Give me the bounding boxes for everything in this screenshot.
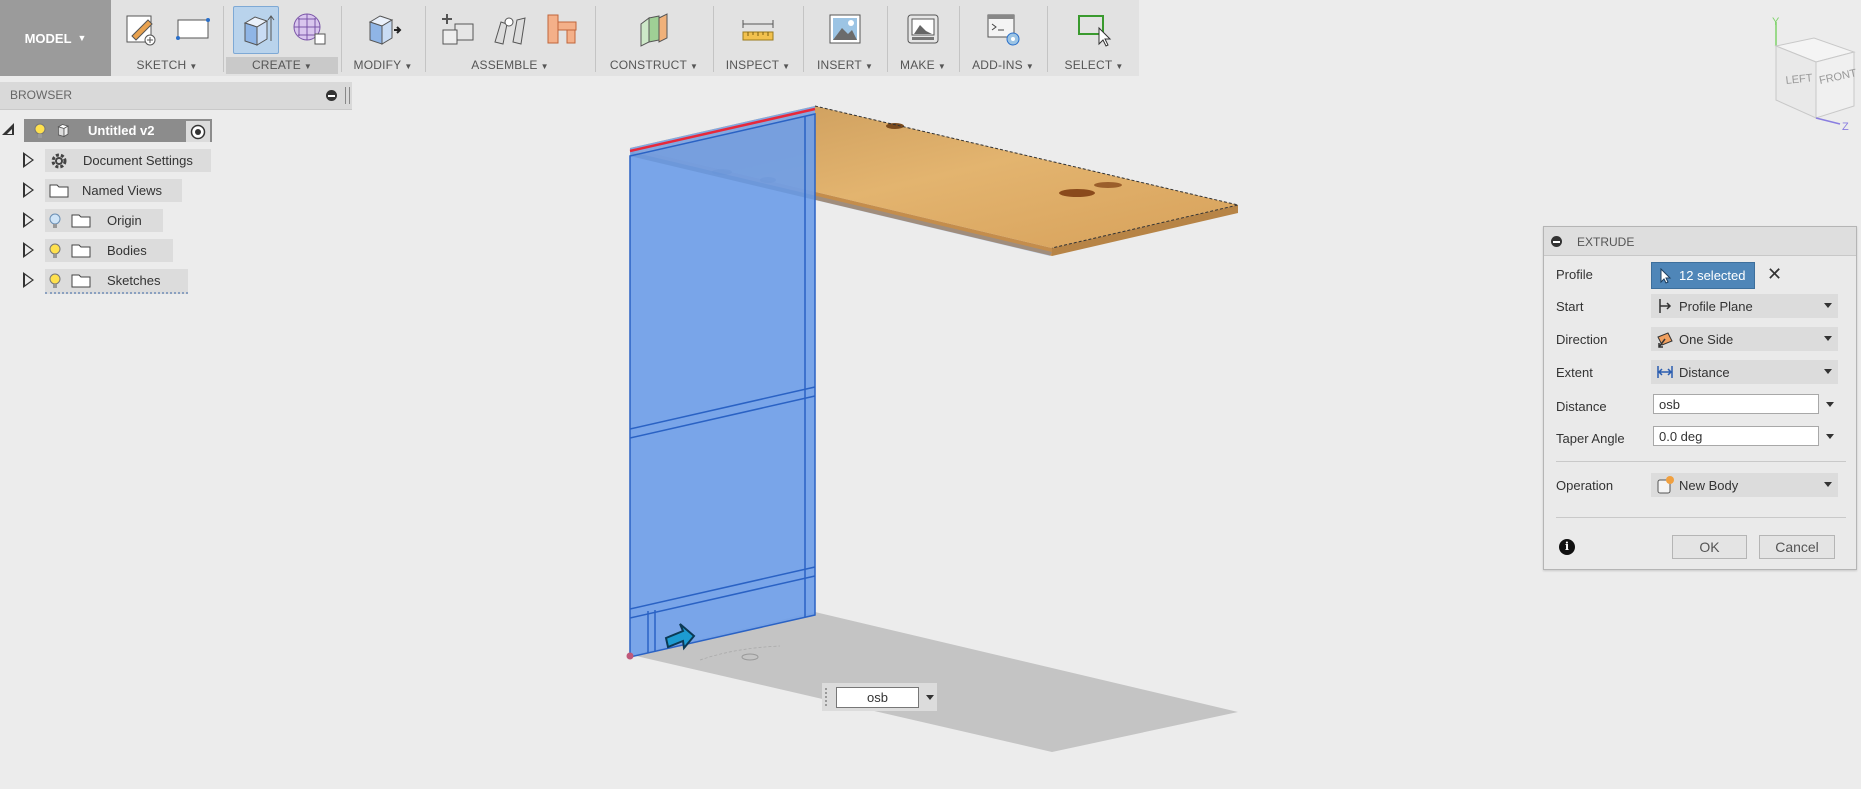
visibility-bulb-icon[interactable] bbox=[49, 213, 61, 229]
modify-group[interactable]: MODIFY ▼ bbox=[344, 0, 422, 76]
tree-item-bodies[interactable]: Bodies bbox=[45, 239, 173, 262]
tree-root-toggle-inner bbox=[7, 129, 12, 134]
folder-icon bbox=[71, 274, 91, 288]
distance-input[interactable]: osb bbox=[1653, 394, 1819, 414]
folder-icon bbox=[71, 214, 91, 228]
taper-angle-input[interactable]: 0.0 deg bbox=[1653, 426, 1819, 446]
clear-selection-icon[interactable]: ✕ bbox=[1767, 264, 1782, 285]
axis-z-label: Z bbox=[1842, 121, 1849, 133]
cursor-icon bbox=[1660, 267, 1672, 284]
select-group[interactable]: SELECT ▼ bbox=[1050, 0, 1138, 76]
visibility-bulb-icon[interactable] bbox=[34, 123, 46, 139]
dialog-title: EXTRUDE bbox=[1577, 235, 1635, 249]
scripts-addins-icon[interactable] bbox=[981, 6, 1025, 52]
new-body-icon bbox=[1657, 476, 1674, 494]
distance-dropdown-icon[interactable] bbox=[1826, 402, 1834, 407]
direction-select[interactable]: One Side bbox=[1651, 327, 1838, 351]
extrude-icon[interactable] bbox=[233, 6, 279, 54]
operation-select[interactable]: New Body bbox=[1651, 473, 1838, 497]
chevron-down-icon bbox=[1824, 482, 1832, 487]
divider bbox=[1556, 461, 1846, 462]
collapse-dialog-icon[interactable] bbox=[1551, 236, 1562, 247]
tree-root[interactable]: Untitled v2 bbox=[24, 119, 212, 142]
origin-point bbox=[626, 652, 634, 660]
one-side-icon bbox=[1657, 332, 1673, 348]
tri-inner bbox=[25, 155, 32, 165]
axis-y-label: Y bbox=[1772, 16, 1780, 28]
canvas-distance-manipulator: osb bbox=[822, 683, 937, 711]
extent-select[interactable]: Distance bbox=[1651, 360, 1838, 384]
chevron-down-icon bbox=[1824, 369, 1832, 374]
3d-print-icon[interactable] bbox=[901, 6, 945, 52]
taper-row: Taper Angle 0.0 deg bbox=[1544, 423, 1856, 453]
divider bbox=[1556, 517, 1846, 518]
toolbar: MODEL ▼ SKETCH ▼ CREATE ▼ MODIFY ▼ ASSEM… bbox=[0, 0, 1139, 76]
dialog-header: EXTRUDE bbox=[1544, 227, 1856, 256]
extrude-dialog: EXTRUDE Profile 12 selected ✕ Start Prof… bbox=[1543, 226, 1857, 570]
tri-inner bbox=[25, 185, 32, 195]
tri-inner bbox=[25, 215, 32, 225]
info-icon[interactable]: i bbox=[1559, 539, 1575, 555]
browser-title: BROWSER bbox=[10, 88, 73, 102]
tree-item-sketches[interactable]: Sketches bbox=[45, 269, 188, 294]
visibility-bulb-icon[interactable] bbox=[49, 273, 61, 289]
create-group[interactable]: CREATE ▼ bbox=[226, 0, 338, 76]
tri-inner bbox=[25, 275, 32, 285]
distance-row: Distance osb bbox=[1544, 391, 1856, 421]
profile-plane-icon bbox=[1659, 299, 1672, 313]
construct-group[interactable]: CONSTRUCT ▼ bbox=[598, 0, 710, 76]
tree-item-origin[interactable]: Origin bbox=[45, 209, 163, 232]
collapse-browser-icon[interactable] bbox=[326, 90, 337, 101]
extent-row: Extent Distance bbox=[1544, 357, 1856, 387]
assemble-group[interactable]: ASSEMBLE ▼ bbox=[428, 0, 592, 76]
insert-group[interactable]: INSERT ▼ bbox=[806, 0, 884, 76]
joint-icon[interactable] bbox=[488, 6, 532, 52]
ok-button[interactable]: OK bbox=[1672, 535, 1747, 559]
folder-icon bbox=[49, 184, 69, 198]
component-icon bbox=[57, 124, 69, 138]
tree-item-document-settings[interactable]: Document Settings bbox=[45, 149, 211, 172]
distance-icon bbox=[1657, 366, 1673, 378]
taper-dropdown-icon[interactable] bbox=[1826, 434, 1834, 439]
chevron-down-icon bbox=[1824, 303, 1832, 308]
select-icon[interactable] bbox=[1072, 6, 1116, 52]
rectangle-icon[interactable] bbox=[171, 6, 215, 52]
make-group[interactable]: MAKE ▼ bbox=[890, 0, 956, 76]
drag-handle[interactable] bbox=[825, 688, 829, 706]
tri-inner bbox=[25, 245, 32, 255]
direction-row: Direction One Side bbox=[1544, 324, 1856, 354]
activate-component-icon[interactable] bbox=[186, 121, 210, 142]
measure-icon[interactable] bbox=[736, 6, 780, 52]
gear-icon bbox=[51, 153, 67, 168]
offset-plane-icon[interactable] bbox=[632, 6, 676, 52]
as-built-joint-icon[interactable] bbox=[540, 6, 584, 52]
start-select[interactable]: Profile Plane bbox=[1651, 294, 1838, 318]
start-row: Start Profile Plane bbox=[1544, 291, 1856, 321]
press-pull-icon[interactable] bbox=[361, 6, 405, 52]
browser-panel-header: BROWSER bbox=[0, 82, 352, 110]
viewcube[interactable]: Y LEFT FRONT Z bbox=[1762, 16, 1858, 134]
browser-resize-handle[interactable] bbox=[345, 87, 350, 104]
tree-item-named-views[interactable]: Named Views bbox=[45, 179, 182, 202]
sketch-group[interactable]: SKETCH ▼ bbox=[114, 0, 220, 76]
new-component-icon[interactable] bbox=[436, 6, 480, 52]
addins-group[interactable]: ADD-INS ▼ bbox=[962, 0, 1044, 76]
cancel-button[interactable]: Cancel bbox=[1759, 535, 1835, 559]
operation-row: Operation New Body bbox=[1544, 470, 1856, 500]
workspace-switcher[interactable]: MODEL ▼ bbox=[0, 0, 111, 76]
create-sketch-icon[interactable] bbox=[119, 6, 163, 52]
insert-image-icon[interactable] bbox=[823, 6, 867, 52]
chevron-down-icon bbox=[1824, 336, 1832, 341]
profile-selection-button[interactable]: 12 selected bbox=[1651, 262, 1755, 289]
profile-row: Profile 12 selected ✕ bbox=[1544, 259, 1856, 289]
form-icon[interactable] bbox=[287, 6, 331, 52]
inspect-group[interactable]: INSPECT ▼ bbox=[716, 0, 800, 76]
visibility-bulb-icon[interactable] bbox=[49, 243, 61, 259]
folder-icon bbox=[71, 244, 91, 258]
chevron-down-icon[interactable] bbox=[926, 695, 934, 700]
canvas-distance-input[interactable]: osb bbox=[836, 687, 919, 708]
